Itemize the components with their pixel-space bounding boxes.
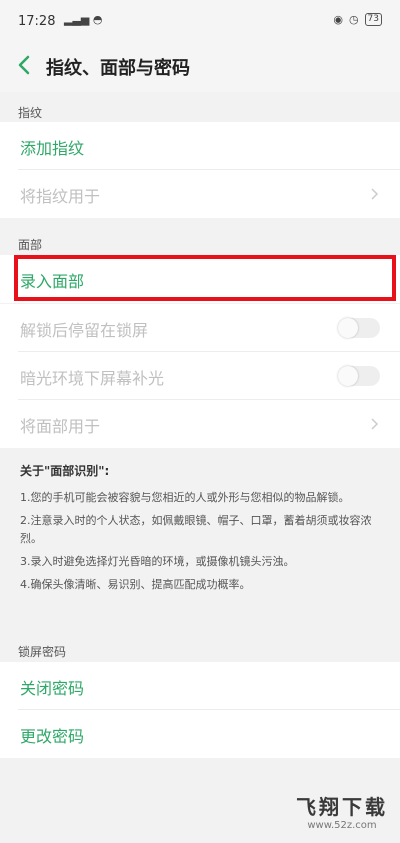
add-fingerprint-label: 添加指纹 <box>20 139 85 158</box>
alarm-icon: ◉ <box>333 13 343 26</box>
watermark-url: www.52z.com <box>307 820 377 831</box>
section-header-face: 面部 <box>18 238 43 252</box>
back-arrow-icon[interactable] <box>14 51 36 79</box>
info-title: 关于"面部识别": <box>20 464 110 478</box>
change-password-label: 更改密码 <box>20 727 85 746</box>
toggle-knob <box>338 366 358 386</box>
clock-icon: ◷ <box>348 13 359 26</box>
battery-icon: 73 <box>364 13 382 26</box>
chevron-right-icon <box>371 188 379 200</box>
page-title: 指纹、面部与密码 <box>46 58 190 79</box>
watermark-name: 飞翔下载 <box>296 795 388 819</box>
watermark-logo: 飞翔下载 www.52z.com <box>296 791 388 831</box>
add-fingerprint-row[interactable]: 添加指纹 <box>0 122 400 170</box>
stay-locked-toggle[interactable] <box>338 318 380 338</box>
status-icons: ◉ ◷ 73 <box>333 13 382 26</box>
status-time: 17:28 <box>18 14 56 29</box>
face-use-label: 将面部用于 <box>20 417 101 436</box>
close-password-label: 关闭密码 <box>20 679 85 698</box>
highlight-box <box>14 255 396 301</box>
dim-fill-label: 暗光环境下屏幕补光 <box>20 369 165 388</box>
info-item: 4.确保头像清晰、易识别、提高匹配成功概率。 <box>20 578 251 591</box>
face-use-row[interactable]: 将面部用于 <box>0 400 400 448</box>
status-bar: 17:28 ▂▃▅ ◓ ◉ ◷ 73 <box>0 0 400 40</box>
dim-fill-toggle[interactable] <box>338 366 380 386</box>
info-item: 3.录入时避免选择灯光昏暗的环境，或摄像机镜头污浊。 <box>20 555 295 568</box>
fingerprint-use-label: 将指纹用于 <box>20 187 101 206</box>
section-header-lock-password: 锁屏密码 <box>18 645 67 659</box>
chevron-right-icon <box>371 418 379 430</box>
close-password-row[interactable]: 关闭密码 <box>0 662 400 710</box>
section-header-fingerprint: 指纹 <box>18 106 43 120</box>
app-header: 指纹、面部与密码 <box>0 40 400 92</box>
info-item: 2.注意录入时的个人状态，如佩戴眼镜、帽子、口罩，蓄着胡须或妆容浓烈。 <box>20 514 372 545</box>
dim-fill-row[interactable]: 暗光环境下屏幕补光 <box>0 352 400 400</box>
info-item: 1.您的手机可能会被容貌与您相近的人或外形与您相似的物品解锁。 <box>20 491 350 504</box>
face-recognition-info: 关于"面部识别": 1.您的手机可能会被容貌与您相近的人或外形与您相似的物品解锁… <box>0 452 400 624</box>
signal-icon: ▂▃▅ ◓ <box>64 13 103 26</box>
fingerprint-use-row[interactable]: 将指纹用于 <box>0 170 400 218</box>
change-password-row[interactable]: 更改密码 <box>0 710 400 758</box>
toggle-knob <box>338 318 358 338</box>
stay-locked-row[interactable]: 解锁后停留在锁屏 <box>0 304 400 352</box>
stay-locked-label: 解锁后停留在锁屏 <box>20 321 149 340</box>
